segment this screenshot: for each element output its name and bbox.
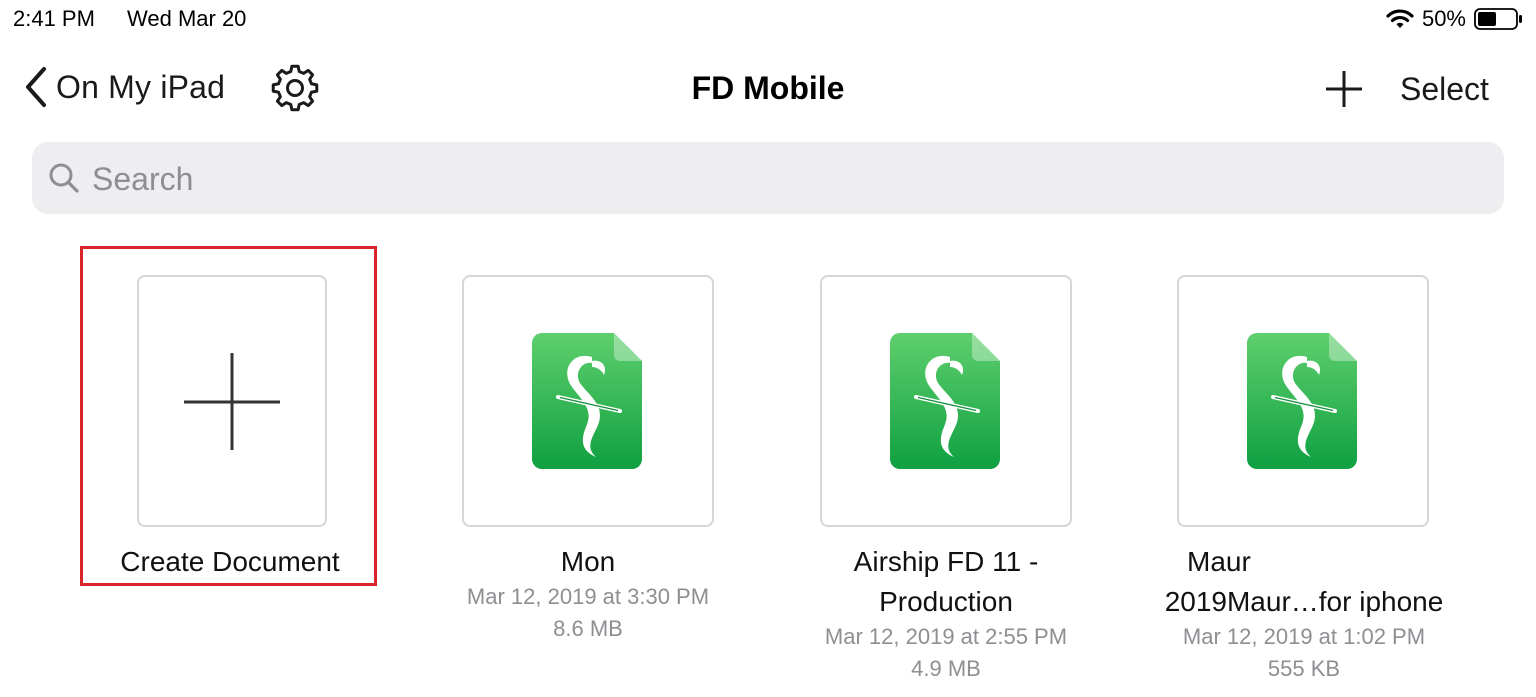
create-document-button[interactable] (137, 275, 327, 527)
wifi-icon (1386, 8, 1414, 30)
item-name: Create Document (120, 546, 340, 577)
status-indicators: 50% (1386, 6, 1524, 32)
item-name-line-1: Airship FD 11 - (853, 546, 1039, 577)
battery-icon (1474, 8, 1522, 30)
item-size: 4.9 MB (911, 656, 981, 681)
final-draft-document-icon (532, 333, 642, 469)
files-browser: 2:41 PM Wed Mar 20 50% On My iPad FD Mob… (0, 0, 1536, 697)
final-draft-document-icon (1247, 333, 1357, 469)
item-date: Mar 12, 2019 at 1:02 PM (1182, 624, 1426, 649)
search-input[interactable] (90, 152, 1484, 206)
item-date: Mar 12, 2019 at 3:30 PM (466, 584, 710, 609)
status-date: Wed Mar 20 (127, 6, 247, 31)
item-name: Mon (560, 546, 616, 577)
page-title: FD Mobile (691, 70, 845, 106)
battery-percent: 50% (1421, 6, 1466, 31)
search-bar[interactable] (32, 142, 1504, 214)
select-button[interactable]: Select (1400, 71, 1489, 108)
item-size: 555 KB (1267, 656, 1341, 681)
item-date: Mar 12, 2019 at 2:55 PM (824, 624, 1068, 649)
plus-icon (184, 353, 280, 450)
item-name-line-1: Maur (1187, 546, 1251, 577)
search-icon (48, 162, 80, 194)
document-thumbnail[interactable] (462, 275, 714, 527)
item-name-line-2: 2019Maur…for iphone (1164, 586, 1444, 617)
item-size: 8.6 MB (553, 616, 623, 641)
navigation-bar: On My iPad FD Mobile Select (0, 55, 1536, 127)
item-name-line-2: Production (879, 586, 1013, 617)
plus-icon[interactable] (1322, 67, 1366, 111)
document-thumbnail[interactable] (1177, 275, 1429, 527)
document-thumbnail[interactable] (820, 275, 1072, 527)
final-draft-document-icon (890, 333, 1000, 469)
status-time: 2:41 PM (13, 6, 95, 31)
status-bar: 2:41 PM Wed Mar 20 50% (0, 0, 1536, 40)
